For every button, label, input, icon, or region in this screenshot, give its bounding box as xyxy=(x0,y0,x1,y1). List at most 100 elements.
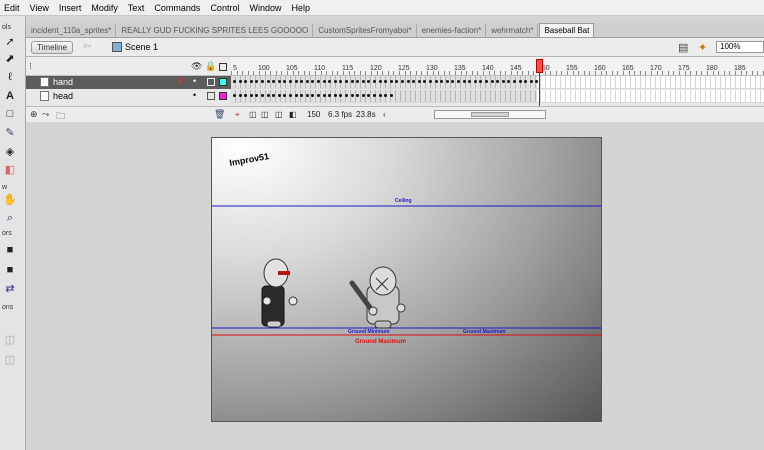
motion-guide-icon[interactable]: ⤳ xyxy=(42,109,49,120)
arrow-icon[interactable]: ➚ xyxy=(3,36,17,48)
keyframe-dot[interactable] xyxy=(373,94,376,97)
keyframe-dot[interactable] xyxy=(479,80,482,83)
onion-outline-icon[interactable]: ◫ xyxy=(261,110,269,119)
text-icon[interactable]: A xyxy=(3,90,17,102)
keyframe-dot[interactable] xyxy=(519,80,522,83)
rectangle-icon[interactable]: □ xyxy=(3,108,17,120)
zoom-select[interactable]: 100% xyxy=(716,41,764,53)
subselect-icon[interactable]: ⬈ xyxy=(3,53,17,65)
keyframe-dot[interactable] xyxy=(474,80,477,83)
keyframe-dot[interactable] xyxy=(295,80,298,83)
layer-name[interactable]: hand xyxy=(53,77,73,87)
keyframe-dot[interactable] xyxy=(362,94,365,97)
tab-incident-sprites[interactable]: incident_110a_sprites* xyxy=(27,24,117,37)
keyframe-dot[interactable] xyxy=(351,94,354,97)
keyframe-dot[interactable] xyxy=(367,94,370,97)
keyframe-dot[interactable] xyxy=(401,80,404,83)
keyframe-dot[interactable] xyxy=(379,94,382,97)
keyframe-dot[interactable] xyxy=(289,94,292,97)
trash-icon[interactable]: 🗑 xyxy=(214,109,225,120)
onion-markers-icon[interactable]: ◧ xyxy=(289,110,297,119)
stroke-color-icon[interactable]: ■ xyxy=(3,244,17,256)
keyframe-dot[interactable] xyxy=(328,80,331,83)
tab-gud-sprites[interactable]: REALLY GUD FUCKING SPRITES LEES GOOOOO xyxy=(117,24,314,37)
lock-icon[interactable] xyxy=(207,92,215,100)
frames-row-head[interactable] xyxy=(231,90,764,103)
edit-scene-icon[interactable]: ▤ xyxy=(678,41,692,54)
keyframe-dot[interactable] xyxy=(446,80,449,83)
eye-icon[interactable]: 👁 xyxy=(191,61,202,72)
layer-row-hand[interactable]: hand ✗ • xyxy=(26,76,231,89)
menu-commands[interactable]: Commands xyxy=(150,3,206,13)
keyframe-dot[interactable] xyxy=(423,80,426,83)
snap-icon[interactable]: ◫ xyxy=(3,334,17,346)
center-frame-icon[interactable]: ⌖ xyxy=(235,110,240,120)
keyframe-dot[interactable] xyxy=(457,80,460,83)
keyframe-dot[interactable] xyxy=(507,80,510,83)
onion-skin-icon[interactable]: ◫ xyxy=(249,110,257,119)
keyframe-dot[interactable] xyxy=(244,94,247,97)
keyframe-dot[interactable] xyxy=(328,94,331,97)
outline-all-icon[interactable] xyxy=(219,63,227,71)
keyframe-dot[interactable] xyxy=(379,80,382,83)
tab-wehrmatch[interactable]: wehrmatch* xyxy=(487,24,539,37)
keyframe-dot[interactable] xyxy=(351,80,354,83)
keyframe-dot[interactable] xyxy=(429,80,432,83)
keyframe-dot[interactable] xyxy=(440,80,443,83)
timeline-toggle-button[interactable]: Timeline xyxy=(31,41,73,54)
keyframe-dot[interactable] xyxy=(317,94,320,97)
keyframe-dot[interactable] xyxy=(418,80,421,83)
keyframe-dot[interactable] xyxy=(244,80,247,83)
keyframe-dot[interactable] xyxy=(233,80,236,83)
paint-bucket-icon[interactable]: ◈ xyxy=(3,146,17,158)
keyframe-dot[interactable] xyxy=(239,94,242,97)
visibility-dot-icon[interactable]: • xyxy=(193,90,196,100)
visibility-dot-icon[interactable]: • xyxy=(193,76,196,86)
keyframe-dot[interactable] xyxy=(373,80,376,83)
scene-label[interactable]: Scene 1 xyxy=(125,42,158,52)
layer-row-head[interactable]: head • xyxy=(26,90,231,103)
keyframe-dot[interactable] xyxy=(451,80,454,83)
menu-insert[interactable]: Insert xyxy=(55,3,88,13)
scrollbar-thumb[interactable] xyxy=(471,112,509,117)
keyframe-dot[interactable] xyxy=(311,80,314,83)
menu-window[interactable]: Window xyxy=(245,3,287,13)
keyframe-dot[interactable] xyxy=(255,80,258,83)
layer-name[interactable]: head xyxy=(53,91,73,101)
menu-control[interactable]: Control xyxy=(206,3,245,13)
lock-all-icon[interactable]: 🔒 xyxy=(205,61,216,72)
new-layer-icon[interactable]: ⊕ xyxy=(30,109,38,120)
keyframe-dot[interactable] xyxy=(334,80,337,83)
keyframe-dot[interactable] xyxy=(435,80,438,83)
keyframe-dot[interactable] xyxy=(300,80,303,83)
keyframe-dot[interactable] xyxy=(390,80,393,83)
keyframe-dot[interactable] xyxy=(283,80,286,83)
frames-row-hand[interactable] xyxy=(231,76,764,89)
keyframe-dot[interactable] xyxy=(278,80,281,83)
keyframe-dot[interactable] xyxy=(502,80,505,83)
frame-rate-value[interactable]: 6.3 fps xyxy=(328,110,352,119)
brush-icon[interactable]: ✎ xyxy=(3,127,17,139)
frame-ruler[interactable]: 5 100 105 110 115 120 125 130 135 140 145 150 155 160… xyxy=(231,57,764,76)
layer-color-swatch[interactable] xyxy=(219,92,227,100)
hand-icon[interactable]: ✋ xyxy=(3,194,17,206)
lock-icon[interactable] xyxy=(207,78,215,86)
keyframe-dot[interactable] xyxy=(295,94,298,97)
character-agent[interactable] xyxy=(261,258,298,328)
keyframe-dot[interactable] xyxy=(311,94,314,97)
keyframe-dot[interactable] xyxy=(261,80,264,83)
keyframe-dot[interactable] xyxy=(306,80,309,83)
zoom-icon[interactable]: ⌕ xyxy=(3,212,17,224)
keyframe-dot[interactable] xyxy=(395,80,398,83)
keyframe-dot[interactable] xyxy=(306,94,309,97)
keyframe-dot[interactable] xyxy=(345,94,348,97)
layer-color-swatch[interactable] xyxy=(219,78,227,86)
keyframe-dot[interactable] xyxy=(463,80,466,83)
keyframe-dot[interactable] xyxy=(513,80,516,83)
keyframe-dot[interactable] xyxy=(367,80,370,83)
keyframe-dot[interactable] xyxy=(530,80,533,83)
keyframe-dot[interactable] xyxy=(356,80,359,83)
keyframe-dot[interactable] xyxy=(233,94,236,97)
keyframe-dot[interactable] xyxy=(384,94,387,97)
keyframe-dot[interactable] xyxy=(390,94,393,97)
